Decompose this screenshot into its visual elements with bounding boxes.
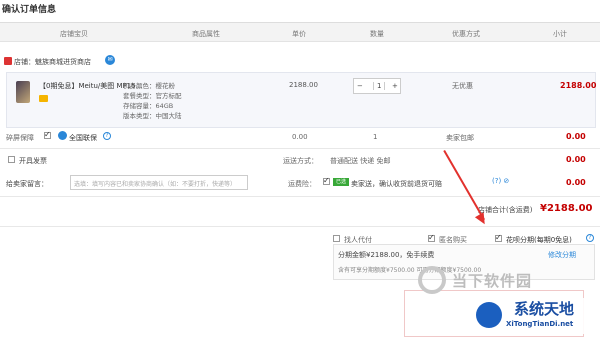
promotion-text: 无优惠 [452,82,473,90]
installment-info: 分期金额¥2188.00，免手续费 [338,251,435,259]
freight-badge: 已选 [333,178,349,186]
freight-insurance-checkbox[interactable] [323,176,330,185]
divider [0,148,600,149]
spec-version: 版本类型：中国大陆 [123,112,182,120]
annotation-arrow-line [443,150,485,221]
product-thumbnail[interactable] [16,81,30,103]
page-title: 确认订单信息 [2,5,57,15]
note-label: 给卖家留言： [6,180,48,188]
col-attributes: 商品属性 [192,30,220,38]
insurance-label: 碎屏保障 [6,134,34,142]
shop-icon [4,57,12,65]
watermark-logo-icon [418,266,446,294]
friend-pay-checkbox[interactable] [333,235,340,242]
shop-total-label: 店铺合计(含运费) [478,206,533,214]
shop-total-value: ¥2188.00 [540,203,593,214]
plus-icon[interactable]: + [392,82,398,90]
insurance-subtotal: 0.00 [566,132,586,141]
table-header: 店铺宝贝 商品属性 单价 数量 优惠方式 小计 [0,22,600,42]
unit-price: 2188.00 [289,81,318,89]
watermark-site-name: 当下软件园 [452,272,533,290]
installment-help-icon[interactable]: ? [586,234,594,242]
col-shop-item: 店铺宝贝 [60,30,88,38]
warranty-icon [58,131,67,140]
shipping-value[interactable]: 普通配送 快递 免邮 [330,156,390,166]
insurance-checkbox[interactable] [44,130,51,139]
col-subtotal: 小计 [553,30,567,38]
product-specs: 机身颜色：樱花粉 套餐类型：官方标配 存储容量：64GB 版本类型：中国大陆 [123,81,182,121]
change-installment-link[interactable]: 修改分期 [548,250,576,260]
help-icon[interactable]: ? [103,132,111,140]
watermark-url: XiTongTianDi.net [506,320,574,328]
minus-icon[interactable]: − [357,82,363,90]
wangwang-chat-icon[interactable]: ✉ [105,55,115,65]
shipping-label: 运送方式： [283,157,318,165]
spec-package: 套餐类型：官方标配 [123,92,182,100]
shop-name[interactable]: 店铺：魅族商城进货商店 [14,57,91,67]
freight-insurance-text: 卖家送，确认收货前退货可赔 [351,180,442,188]
freight-info-icon[interactable]: (?) ⊘ [492,177,509,185]
insurance-price: 0.00 [292,133,308,141]
item-subtotal: 2188.00 [560,81,597,90]
seller-note-input[interactable]: 选填：填写内容已和卖家协商确认（如：不要打折，快递等） [70,175,248,190]
divider [0,196,600,197]
insurance-option: 全国联保 [69,134,97,142]
divider [0,226,600,227]
freight-insurance-label: 运费险： [288,180,316,188]
col-unit-price: 单价 [292,30,306,38]
note-subtotal: 0.00 [566,178,586,187]
invoice-checkbox[interactable] [8,156,15,163]
watermark-title: 系统天地 [514,300,575,318]
shipping-subtotal: 0.00 [566,155,586,164]
watermark-globe-icon [476,302,502,328]
quantity-value[interactable]: 1 [373,82,386,90]
quantity-stepper[interactable]: − 1 + [353,78,401,94]
col-promotion: 优惠方式 [452,30,480,38]
col-quantity: 数量 [370,30,384,38]
credit-card-icon [39,95,48,102]
insurance-qty: 1 [373,133,378,141]
invoice-label: 开具发票 [19,157,47,165]
insurance-promo: 卖家包邮 [446,134,474,142]
installment-checkbox[interactable] [495,233,502,242]
spec-color: 机身颜色：樱花粉 [123,82,175,90]
anonymous-checkbox[interactable] [428,233,435,242]
spec-storage: 存储容量：64GB [123,102,174,110]
